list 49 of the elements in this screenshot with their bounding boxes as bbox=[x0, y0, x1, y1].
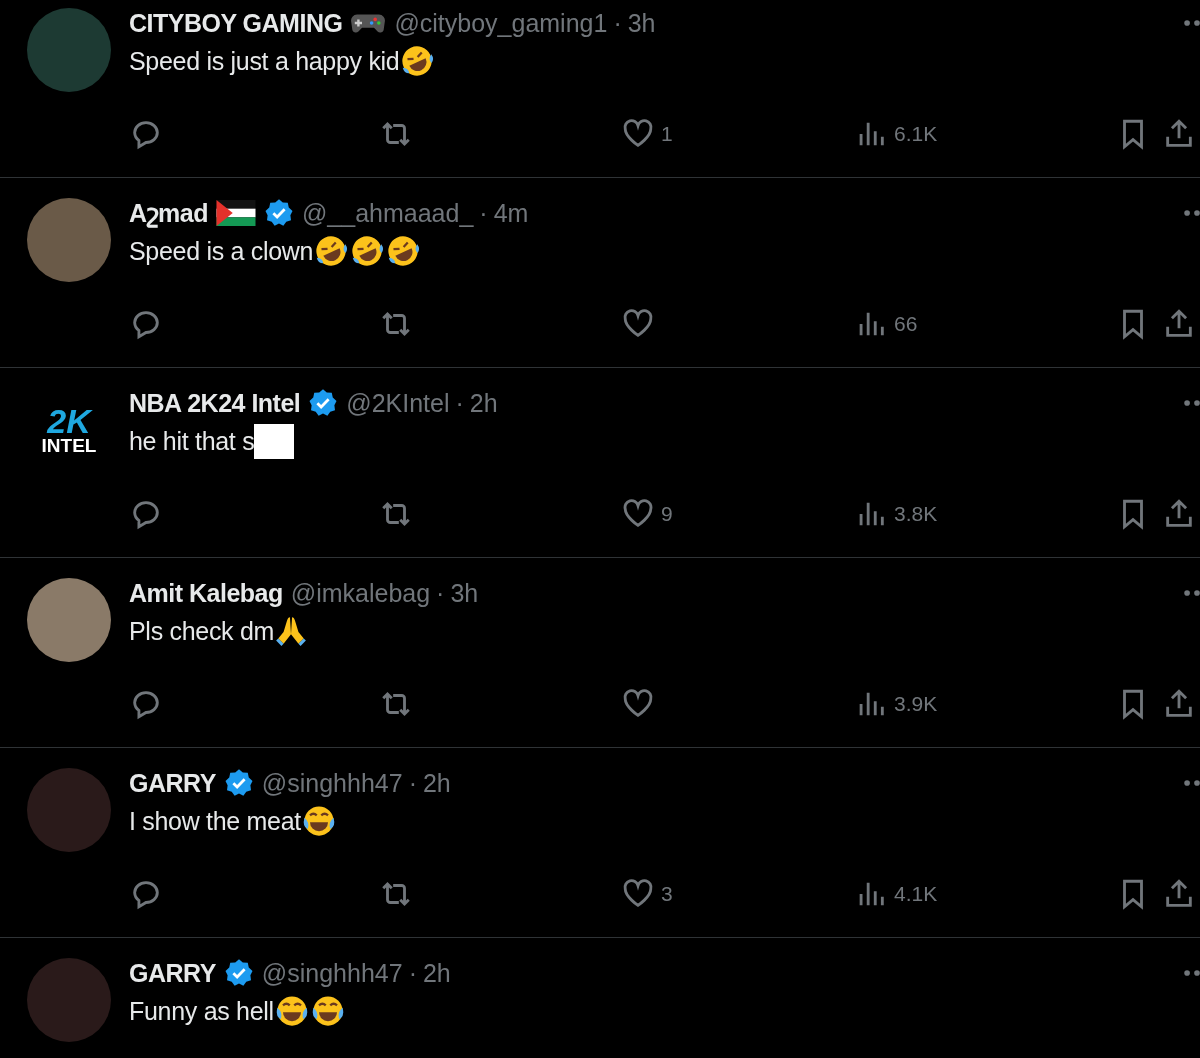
separator-dot: · bbox=[436, 578, 445, 608]
laughing-emoji-icon bbox=[301, 803, 337, 839]
separator-dot: · bbox=[479, 198, 488, 228]
view-count: 6.1K bbox=[894, 122, 938, 146]
praying-hands-icon bbox=[274, 614, 309, 648]
separator-dot: · bbox=[408, 768, 417, 798]
post-time[interactable]: 4m bbox=[493, 198, 529, 228]
post-text: Pls check dm bbox=[129, 616, 275, 646]
post-text: he hit that s bbox=[129, 426, 255, 456]
display-name[interactable]: GARRY bbox=[129, 768, 216, 798]
user-handle[interactable]: @2KIntel bbox=[346, 388, 450, 418]
display-name[interactable]: Aշmad bbox=[129, 198, 208, 228]
like-count: 3 bbox=[661, 882, 673, 906]
verified-badge-icon bbox=[263, 198, 294, 228]
user-handle[interactable]: @imkalebag bbox=[290, 578, 431, 608]
user-handle[interactable]: @__ahmaaad_ bbox=[301, 198, 474, 228]
laughing-emoji-icon bbox=[399, 43, 436, 79]
laughing-emoji-icon bbox=[385, 233, 422, 269]
view-count: 3.8K bbox=[894, 502, 938, 526]
flag-icon bbox=[215, 200, 256, 226]
laughing-emoji-icon bbox=[349, 233, 386, 269]
separator-dot: · bbox=[455, 388, 464, 418]
post-text: I show the meat bbox=[129, 806, 301, 836]
like-count: 1 bbox=[661, 122, 673, 146]
post-time[interactable]: 3h bbox=[627, 8, 656, 38]
user-handle[interactable]: @singhhh47 bbox=[261, 768, 403, 798]
user-handle[interactable]: @singhhh47 bbox=[261, 958, 403, 988]
verified-badge-icon bbox=[223, 768, 254, 798]
post-time[interactable]: 2h bbox=[469, 388, 498, 418]
post-time[interactable]: 3h bbox=[450, 578, 479, 608]
display-name[interactable]: Amit Kalebag bbox=[129, 578, 283, 608]
separator-dot: · bbox=[408, 958, 417, 988]
display-name[interactable]: CITYBOY GAMING bbox=[129, 8, 343, 38]
like-count: 9 bbox=[661, 502, 673, 526]
post-text: Speed is a clown bbox=[129, 236, 314, 266]
laughing-emoji-icon bbox=[313, 233, 350, 269]
post-time[interactable]: 2h bbox=[422, 768, 451, 798]
view-count: 66 bbox=[894, 312, 918, 336]
display-name[interactable]: GARRY bbox=[129, 958, 216, 988]
display-name[interactable]: NBA 2K24 Intel bbox=[129, 388, 301, 418]
post-time[interactable]: 2h bbox=[422, 958, 451, 988]
view-count: 4.1K bbox=[894, 882, 938, 906]
verified-badge-icon bbox=[223, 958, 254, 988]
user-handle[interactable]: @cityboy_gaming1 bbox=[394, 8, 608, 38]
separator-dot: · bbox=[613, 8, 622, 38]
post-text: Speed is just a happy kid bbox=[129, 46, 400, 76]
post-text: Funny as hell bbox=[129, 996, 274, 1026]
verified-badge-icon bbox=[308, 388, 339, 418]
view-count: 3.9K bbox=[894, 692, 938, 716]
